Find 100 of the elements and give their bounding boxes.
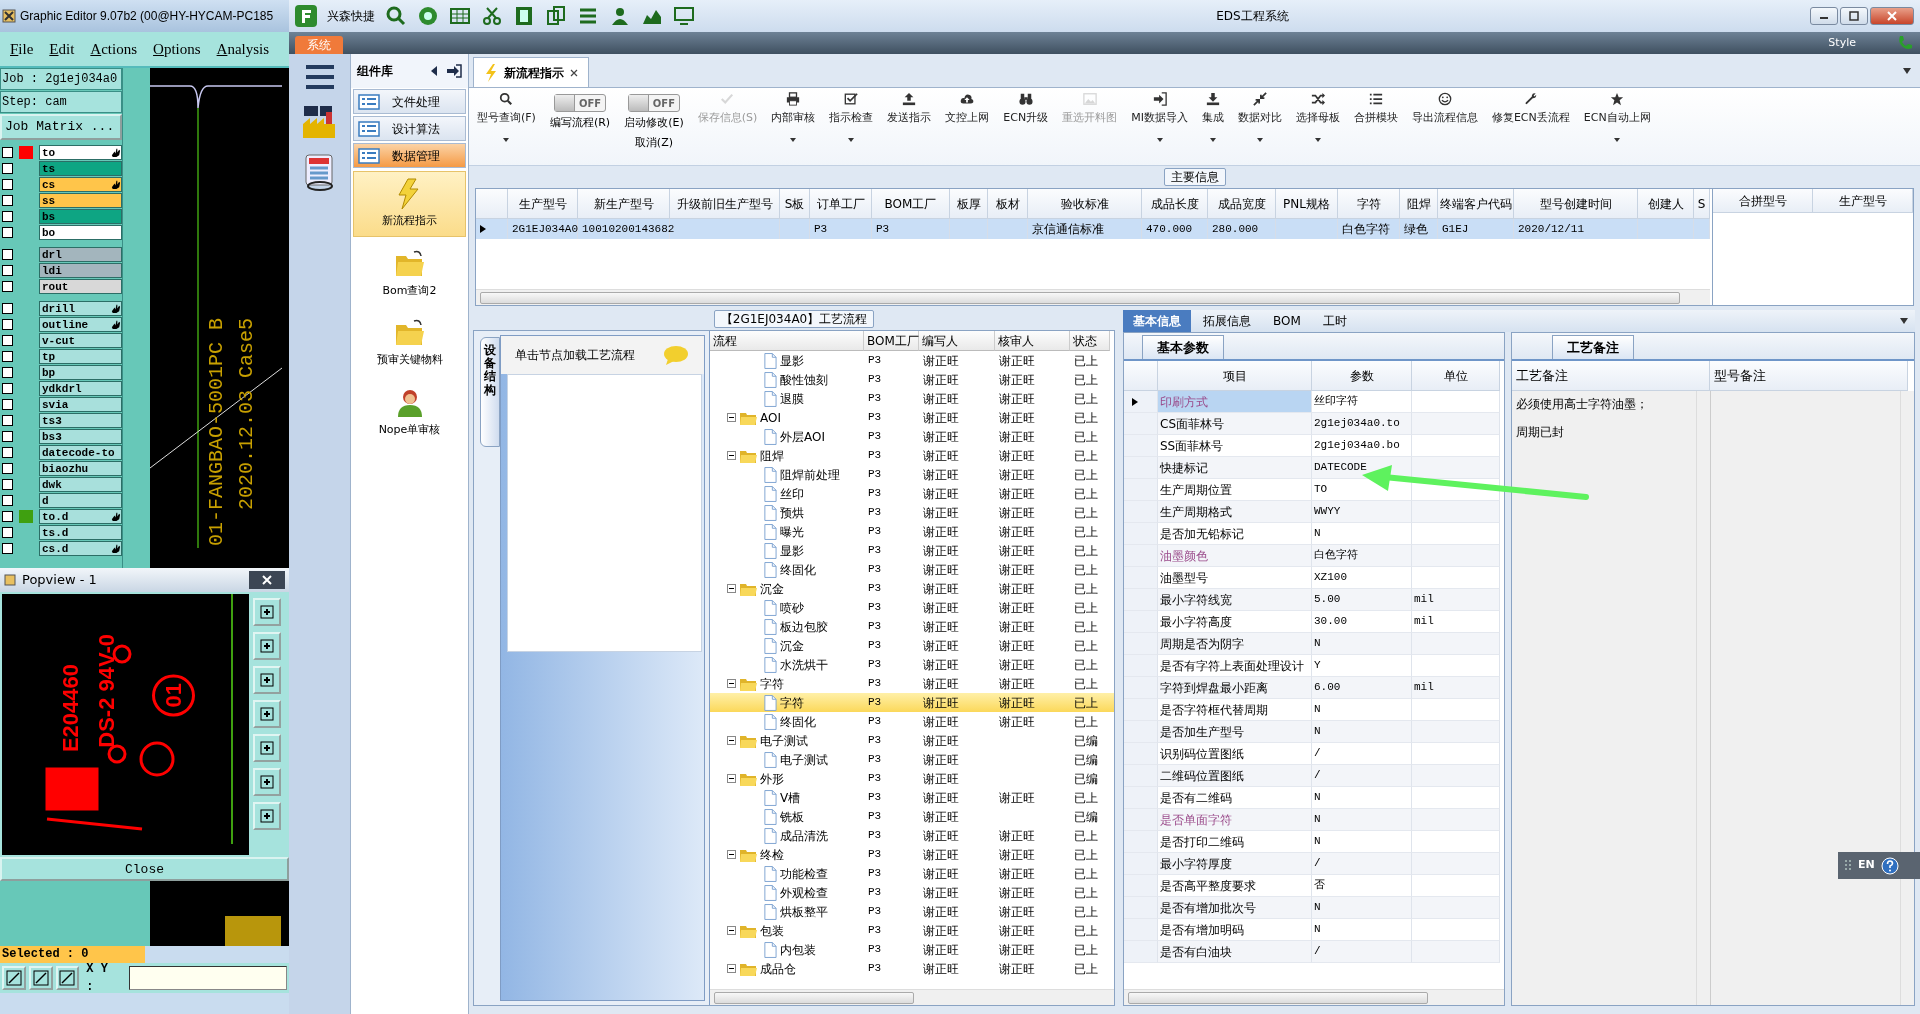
tree-row[interactable]: 外层AOI P3 谢正旺 谢正旺 已上 — [710, 427, 1114, 446]
tool-button[interactable] — [2, 966, 26, 990]
layer-name[interactable]: outline — [39, 317, 122, 332]
column-header[interactable]: 型号创建时间 — [1514, 189, 1638, 219]
layer-checkbox[interactable] — [2, 147, 13, 158]
layer-name[interactable]: bo — [39, 225, 122, 240]
column-header[interactable]: 字符 — [1338, 189, 1400, 219]
copy-icon[interactable] — [545, 5, 567, 27]
tree-row[interactable]: 沉金 P3 谢正旺 谢正旺 已上 — [710, 579, 1114, 598]
column-header[interactable]: 板材 — [988, 189, 1028, 219]
toolbar-button[interactable]: 集成 — [1201, 92, 1224, 161]
toolbar-button[interactable]: 发送指示 — [887, 92, 932, 161]
layer-checkbox[interactable] — [2, 179, 13, 190]
tree-row[interactable]: 字符 P3 谢正旺 谢正旺 已上 — [710, 693, 1114, 712]
layer-checkbox[interactable] — [2, 399, 13, 410]
tree-row[interactable]: 字符 P3 谢正旺 谢正旺 已上 — [710, 674, 1114, 693]
category-tab[interactable]: 数据管理 — [353, 143, 466, 168]
panel-tab[interactable]: 工艺备注 — [1552, 334, 1634, 359]
view-tool-button[interactable] — [253, 802, 281, 830]
caret-icon[interactable] — [1902, 67, 1912, 75]
layer-checkbox[interactable] — [2, 281, 13, 292]
toolbar-button[interactable]: 修复ECN丢流程 — [1491, 92, 1570, 161]
scissors-icon[interactable] — [481, 5, 503, 27]
layer-checkbox[interactable] — [2, 463, 13, 474]
tree-row[interactable]: 预烘 P3 谢正旺 谢正旺 已上 — [710, 503, 1114, 522]
layer-checkbox[interactable] — [2, 303, 13, 314]
layer-checkbox[interactable] — [2, 447, 13, 458]
tree-row[interactable]: 包装 P3 谢正旺 谢正旺 已上 — [710, 921, 1114, 940]
close-icon[interactable] — [570, 68, 578, 77]
collapse-icon[interactable] — [727, 679, 736, 688]
column-header[interactable]: 核审人 — [995, 331, 1070, 351]
scrollbar[interactable] — [1900, 391, 1914, 1005]
grid-icon[interactable] — [449, 5, 471, 27]
tree-row[interactable]: 电子测试 P3 谢正旺 已编 — [710, 750, 1114, 769]
layer-checkbox[interactable] — [2, 495, 13, 506]
layer-name[interactable]: ts.d — [39, 525, 122, 540]
document-tab[interactable]: 新流程指示 — [473, 57, 589, 87]
tree-row[interactable]: 成品仓 P3 谢正旺 谢正旺 已上 — [710, 959, 1114, 978]
sign-in-icon[interactable] — [446, 64, 462, 78]
panel-tab[interactable]: 基本参数 — [1142, 334, 1224, 359]
layer-name[interactable]: svia — [39, 397, 122, 412]
column-header[interactable]: 成品宽度 — [1208, 189, 1276, 219]
menu-item[interactable]: File — [10, 37, 34, 61]
layer-checkbox[interactable] — [2, 367, 13, 378]
collapse-icon[interactable] — [727, 926, 736, 935]
close-button[interactable]: Close — [0, 857, 289, 881]
coordinate-field[interactable] — [129, 966, 287, 990]
tree-row[interactable]: 烘板整平 P3 谢正旺 谢正旺 已上 — [710, 902, 1114, 921]
sidebar-item[interactable]: 预审关键物料 — [353, 310, 466, 376]
column-header[interactable]: BOM工厂 — [872, 189, 950, 219]
tree-row[interactable]: 终检 P3 谢正旺 谢正旺 已上 — [710, 845, 1114, 864]
search-icon[interactable] — [385, 5, 407, 27]
layer-checkbox[interactable] — [2, 163, 13, 174]
layer-checkbox[interactable] — [2, 415, 13, 426]
scrollbar[interactable] — [476, 289, 1710, 305]
layer-name[interactable]: rout — [39, 279, 122, 294]
layer-name[interactable]: biaozhu — [39, 461, 122, 476]
column-header[interactable]: PNL规格 — [1276, 189, 1338, 219]
layer-name[interactable]: to — [39, 145, 122, 160]
table-row[interactable]: 2G1EJ034A0 10010200143682 P3 P3 京信通信标准 470.000 280.000 白色字符 绿色 G1EJ 2020/12/11 — [476, 219, 1710, 239]
column-header[interactable]: 参数 — [1312, 361, 1412, 391]
side-tab[interactable]: 设备结构 — [480, 337, 500, 447]
layer-checkbox[interactable] — [2, 249, 13, 260]
column-header[interactable]: 合拼型号 — [1713, 189, 1813, 213]
layer-checkbox[interactable] — [2, 511, 13, 522]
collapse-icon[interactable] — [727, 736, 736, 745]
layer-checkbox[interactable] — [2, 543, 13, 554]
layer-checkbox[interactable] — [2, 195, 13, 206]
column-header[interactable]: 项目 — [1158, 361, 1312, 391]
column-header[interactable]: S — [1694, 189, 1710, 219]
menu-item[interactable]: Actions — [90, 37, 138, 61]
tree-row[interactable]: V槽 P3 谢正旺 谢正旺 已上 — [710, 788, 1114, 807]
sidebar-item[interactable]: Nope单审核 — [353, 379, 466, 445]
film-icon[interactable] — [513, 5, 535, 27]
layer-name[interactable]: d — [39, 493, 122, 508]
column-header[interactable]: 单位 — [1412, 361, 1500, 391]
tree-row[interactable]: 退膜 P3 谢正旺 谢正旺 已上 — [710, 389, 1114, 408]
tree-row[interactable]: 内包装 P3 谢正旺 谢正旺 已上 — [710, 940, 1114, 959]
column-header[interactable]: 终端客户代码 — [1438, 189, 1514, 219]
collapse-icon[interactable] — [727, 964, 736, 973]
view-tool-button[interactable] — [253, 734, 281, 762]
tree-row[interactable]: 终固化 P3 谢正旺 谢正旺 已上 — [710, 560, 1114, 579]
column-header[interactable]: 新生产型号 — [578, 189, 670, 219]
view-tool-button[interactable] — [253, 768, 281, 796]
column-header[interactable]: 升级前旧生产型号 — [670, 189, 780, 219]
collapse-icon[interactable] — [727, 451, 736, 460]
tree-row[interactable]: 沉金 P3 谢正旺 谢正旺 已上 — [710, 636, 1114, 655]
tree-row[interactable]: 阻焊 P3 谢正旺 谢正旺 已上 — [710, 446, 1114, 465]
tree-row[interactable]: 成品清洗 P3 谢正旺 谢正旺 已上 — [710, 826, 1114, 845]
column-header[interactable]: 状态 — [1070, 331, 1110, 351]
toolbar-button[interactable]: 选择母板 — [1295, 92, 1340, 161]
collapse-icon[interactable] — [727, 774, 736, 783]
layer-name[interactable]: datecode-to — [39, 445, 122, 460]
toolbar-button[interactable]: 指示检查 — [829, 92, 874, 161]
layer-checkbox[interactable] — [2, 335, 13, 346]
toolbar-button[interactable]: 型号查询(F) — [477, 92, 536, 161]
tree-row[interactable]: 电子测试 P3 谢正旺 已编 — [710, 731, 1114, 750]
layer-checkbox[interactable] — [2, 351, 13, 362]
toolbar-button[interactable]: ECN自动上网 — [1583, 92, 1651, 161]
category-tab[interactable]: 设计算法 — [353, 116, 466, 141]
